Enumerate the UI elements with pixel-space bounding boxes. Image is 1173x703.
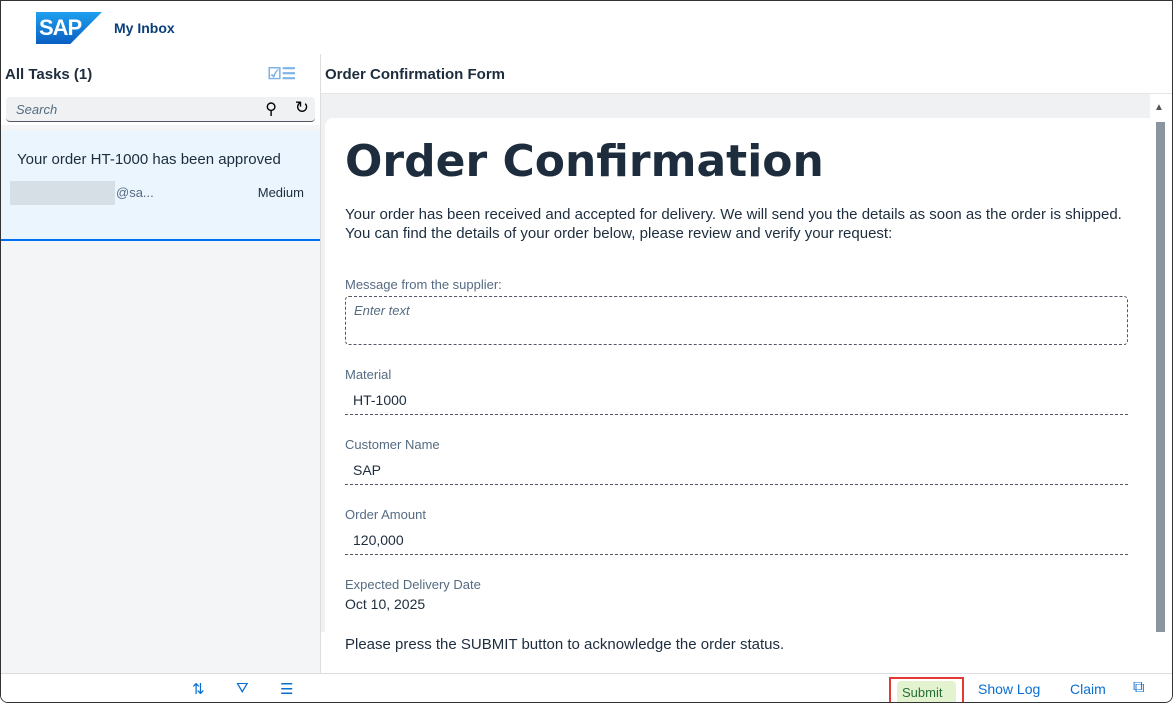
task-priority: Medium <box>257 185 304 200</box>
search-input[interactable]: Search ⚲ ↻ <box>6 97 315 122</box>
task-list-item[interactable]: Your order HT-1000 has been approved @sa… <box>1 131 320 241</box>
search-placeholder: Search <box>16 102 58 117</box>
group-icon[interactable]: ☰ <box>280 680 293 698</box>
app-title: My Inbox <box>114 20 175 36</box>
open-external-icon[interactable]: ⧉ <box>1133 679 1144 697</box>
task-email: @sa... <box>116 185 154 200</box>
scrollbar[interactable]: ▲ <box>1150 98 1168 638</box>
sap-logo[interactable]: SAP <box>36 12 102 44</box>
search-icon[interactable]: ⚲ <box>265 99 277 119</box>
redacted-name <box>10 181 115 205</box>
material-field[interactable]: HT-1000 <box>345 386 1128 415</box>
sort-icon[interactable]: ⇅ <box>192 680 205 698</box>
message-label: Message from the supplier: <box>345 277 502 292</box>
refresh-icon[interactable]: ↻ <box>295 98 309 118</box>
form-intro: Your order has been received and accepte… <box>345 206 1122 242</box>
submit-note: Please press the SUBMIT button to acknow… <box>345 636 785 653</box>
submit-button[interactable]: Submit <box>889 677 964 702</box>
submit-label: Submit <box>897 681 956 702</box>
order-form: Order Confirmation Your order has been r… <box>325 118 1150 653</box>
shell-bar: SAP My Inbox <box>1 1 1172 54</box>
scrollbar-thumb[interactable] <box>1156 122 1165 632</box>
date-label: Expected Delivery Date <box>345 577 481 592</box>
amount-field[interactable]: 120,000 <box>345 526 1128 555</box>
form-heading: Order Confirmation <box>345 136 824 187</box>
filter-icon[interactable]: ⛛ <box>236 680 249 697</box>
date-value: Oct 10, 2025 <box>345 596 426 612</box>
scroll-up-icon[interactable]: ▲ <box>1154 102 1164 113</box>
show-log-button[interactable]: Show Log <box>978 681 1040 697</box>
message-input[interactable]: Enter text <box>345 296 1128 345</box>
task-title: Your order HT-1000 has been approved <box>17 151 281 168</box>
amount-label: Order Amount <box>345 507 426 522</box>
detail-title: Order Confirmation Form <box>321 54 1172 94</box>
detail-panel: Order Confirmation Form Order Confirmati… <box>321 54 1172 702</box>
customer-label: Customer Name <box>345 437 440 452</box>
task-list-title: All Tasks (1) <box>5 66 93 83</box>
multi-select-icon[interactable]: ☑☰ <box>267 64 296 84</box>
customer-field[interactable]: SAP <box>345 456 1128 485</box>
task-list-panel: All Tasks (1) ☑☰ Search ⚲ ↻ Your order HT-1… <box>1 54 321 702</box>
material-label: Material <box>345 367 392 382</box>
claim-button[interactable]: Claim <box>1070 681 1106 697</box>
